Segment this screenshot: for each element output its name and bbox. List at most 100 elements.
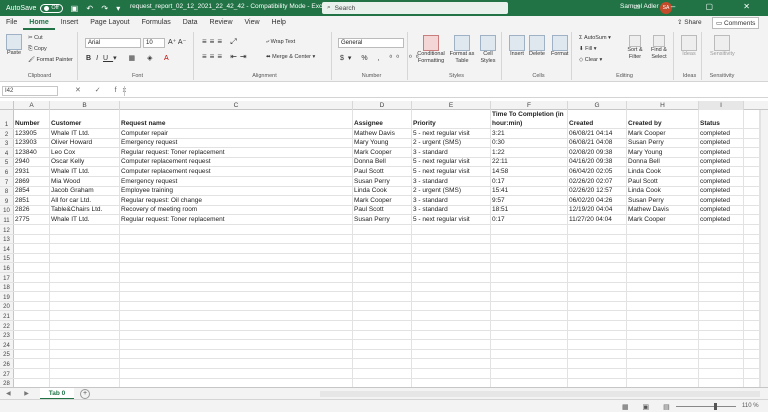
autosave-toggle[interactable]: Off xyxy=(40,3,63,13)
empty-cell[interactable] xyxy=(568,282,627,292)
copy-button[interactable]: ⎘ Copy xyxy=(28,46,47,53)
row-number[interactable]: 9 xyxy=(0,196,14,205)
tab-file[interactable]: File xyxy=(0,16,23,30)
cell-d[interactable]: Donna Bell xyxy=(353,157,412,167)
cell-e[interactable]: 3 - standard xyxy=(412,196,491,205)
cell-f[interactable]: 0:17 xyxy=(491,215,568,224)
cell-g[interactable]: 06/02/20 04:26 xyxy=(568,196,627,205)
empty-cell[interactable] xyxy=(627,330,699,340)
empty-cell[interactable] xyxy=(14,321,50,330)
cell-d[interactable]: Mark Cooper xyxy=(353,148,412,157)
empty-cell[interactable] xyxy=(14,244,50,253)
cell-d[interactable]: Mark Cooper xyxy=(353,196,412,205)
cell-i[interactable]: completed xyxy=(699,177,744,186)
cell-c[interactable]: Emergency request xyxy=(120,138,353,148)
empty-cell[interactable] xyxy=(412,273,491,282)
empty-cell[interactable] xyxy=(568,292,627,301)
number-format-select[interactable]: General xyxy=(338,38,404,48)
empty-cell[interactable] xyxy=(744,292,760,301)
row-number[interactable]: 12 xyxy=(0,225,14,234)
empty-cell[interactable] xyxy=(699,321,744,330)
cell-e[interactable]: 5 - next regular visit xyxy=(412,167,491,176)
comments-button[interactable]: ▭ Comments xyxy=(712,17,760,29)
empty-cell[interactable] xyxy=(491,244,568,253)
font-style-buttons[interactable]: BIU▾ ▦ ◈ A xyxy=(86,54,174,62)
cell-a[interactable]: 2940 xyxy=(14,157,50,167)
empty-cell[interactable] xyxy=(353,273,412,282)
zoom-slider[interactable] xyxy=(676,406,736,407)
empty-cell[interactable] xyxy=(50,378,120,387)
empty-cell[interactable] xyxy=(744,215,760,224)
empty-cell[interactable] xyxy=(699,340,744,349)
header-cell-i[interactable]: Status xyxy=(699,110,744,128)
empty-cell[interactable] xyxy=(412,244,491,253)
delete-cells-button[interactable]: Delete xyxy=(529,35,545,57)
empty-cell[interactable] xyxy=(14,311,50,320)
empty-cell[interactable] xyxy=(568,349,627,359)
empty-cell[interactable] xyxy=(491,311,568,320)
cell-b[interactable]: All for car Ltd. xyxy=(50,196,120,205)
empty-cell[interactable] xyxy=(568,378,627,387)
empty-cell[interactable] xyxy=(627,273,699,282)
cell-a[interactable]: 123840 xyxy=(14,148,50,157)
empty-cell[interactable] xyxy=(412,349,491,359)
empty-cell[interactable] xyxy=(744,378,760,387)
empty-cell[interactable] xyxy=(412,282,491,292)
empty-cell[interactable] xyxy=(50,311,120,320)
empty-cell[interactable] xyxy=(353,282,412,292)
empty-cell[interactable] xyxy=(627,282,699,292)
empty-cell[interactable] xyxy=(627,225,699,234)
empty-cell[interactable] xyxy=(568,234,627,244)
cell-a[interactable]: 2854 xyxy=(14,186,50,196)
sheet-nav-arrows[interactable]: ◀ ▶ xyxy=(6,390,35,397)
zoom-level[interactable]: 110 % xyxy=(742,403,759,409)
cell-f[interactable]: 22:11 xyxy=(491,157,568,167)
cell-c[interactable]: Regular request: Oil change xyxy=(120,196,353,205)
empty-cell[interactable] xyxy=(699,359,744,368)
cell-f[interactable]: 15:41 xyxy=(491,186,568,196)
empty-cell[interactable] xyxy=(353,244,412,253)
cell-d[interactable]: Paul Scott xyxy=(353,167,412,176)
empty-cell[interactable] xyxy=(50,349,120,359)
cell-g[interactable]: 02/26/20 12:57 xyxy=(568,186,627,196)
cell-a[interactable]: 2826 xyxy=(14,205,50,215)
cell-i[interactable]: completed xyxy=(699,205,744,215)
cell-b[interactable]: Whale IT Ltd. xyxy=(50,129,120,138)
empty-cell[interactable] xyxy=(412,301,491,311)
empty-cell[interactable] xyxy=(14,359,50,368)
merge-center-button[interactable]: ⬌ Merge & Center ▾ xyxy=(266,54,315,60)
empty-cell[interactable] xyxy=(491,330,568,340)
empty-cell[interactable] xyxy=(14,273,50,282)
empty-cell[interactable] xyxy=(50,330,120,340)
format-painter-button[interactable]: 🖌 Format Painter xyxy=(28,57,73,63)
empty-cell[interactable] xyxy=(412,311,491,320)
empty-cell[interactable] xyxy=(627,301,699,311)
header-cell-a[interactable]: Number xyxy=(14,110,50,128)
empty-cell[interactable] xyxy=(568,253,627,263)
cell-e[interactable]: 2 - urgent (SMS) xyxy=(412,186,491,196)
empty-cell[interactable] xyxy=(412,263,491,272)
empty-cell[interactable] xyxy=(491,234,568,244)
empty-cell[interactable] xyxy=(353,311,412,320)
empty-cell[interactable] xyxy=(50,263,120,272)
cell-h[interactable]: Mark Cooper xyxy=(627,215,699,224)
format-as-table-button[interactable]: Format as Table xyxy=(448,35,476,65)
cell-b[interactable]: Jacob Graham xyxy=(50,186,120,196)
cell-f[interactable]: 9:57 xyxy=(491,196,568,205)
column-header-d[interactable]: D xyxy=(353,101,412,110)
cell-g[interactable]: 02/08/20 09:38 xyxy=(568,148,627,157)
font-size-buttons[interactable]: A⁺ A⁻ xyxy=(168,38,186,46)
cell-f[interactable]: 0:30 xyxy=(491,138,568,148)
cell-i[interactable]: completed xyxy=(699,148,744,157)
sort-filter-button[interactable]: Sort & Filter xyxy=(624,35,646,61)
empty-cell[interactable] xyxy=(699,330,744,340)
empty-cell[interactable] xyxy=(568,225,627,234)
cell-h[interactable]: Mark Cooper xyxy=(627,129,699,138)
search-input[interactable]: ⌕ Search xyxy=(322,2,508,14)
zoom-slider-knob[interactable] xyxy=(714,403,717,410)
empty-cell[interactable] xyxy=(744,330,760,340)
empty-cell[interactable] xyxy=(568,263,627,272)
empty-cell[interactable] xyxy=(491,282,568,292)
empty-cell[interactable] xyxy=(353,234,412,244)
column-header-c[interactable]: C xyxy=(120,101,353,110)
